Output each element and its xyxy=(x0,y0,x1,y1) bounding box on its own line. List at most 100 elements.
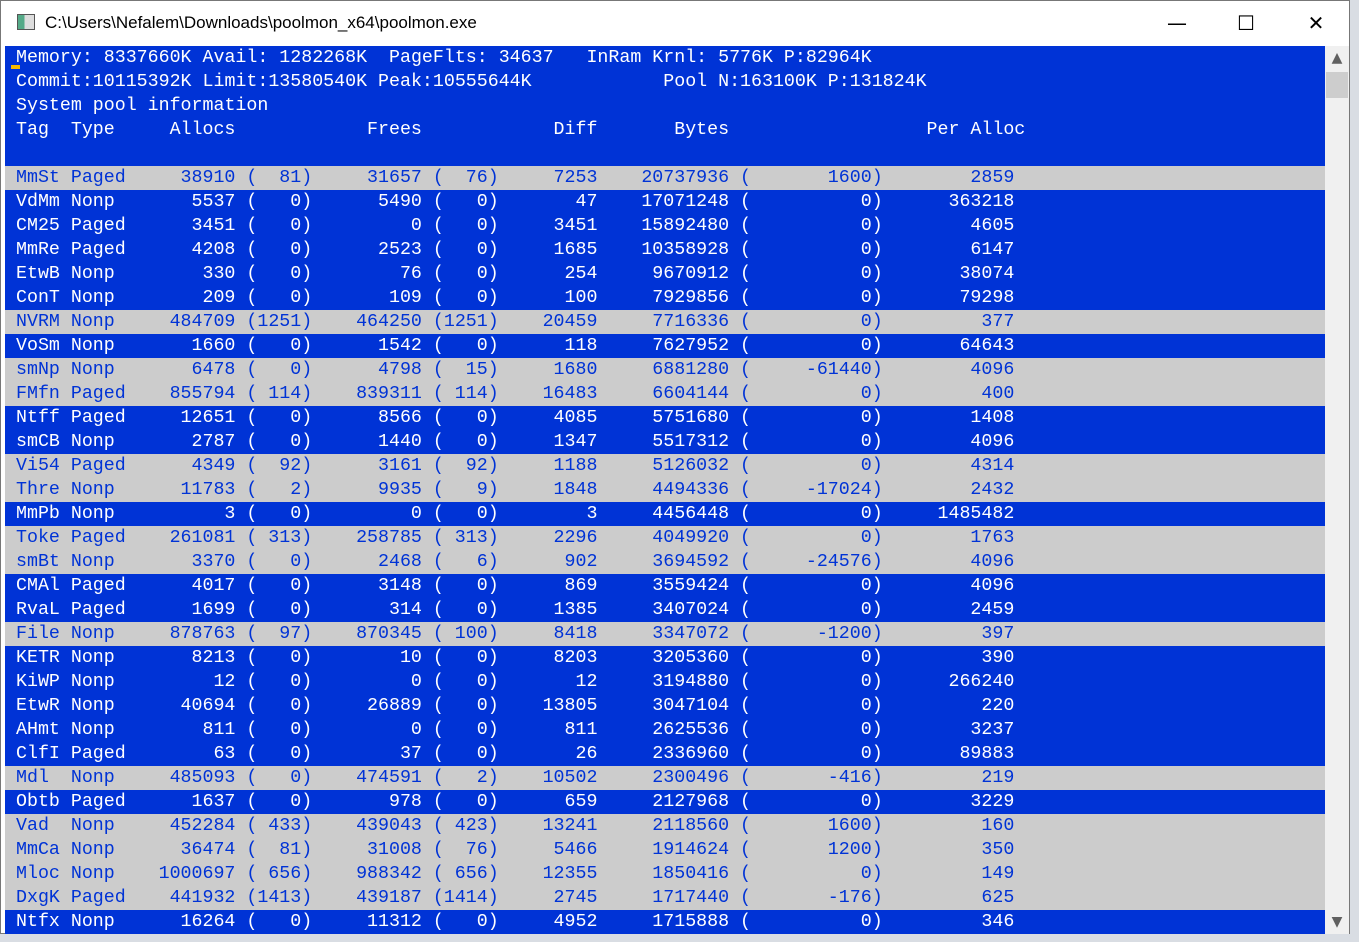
maximize-button[interactable]: ☐ xyxy=(1211,1,1281,45)
close-paren: ) xyxy=(301,264,313,284)
table-row: KETR Nonp 8213 (0) 10 (0) 8203 3205360 (0) 390 xyxy=(5,646,1325,670)
open-paren: ( xyxy=(432,552,444,572)
open-paren: ( xyxy=(432,168,444,188)
cell-bytes: 4456448 xyxy=(652,504,730,524)
cell-type: Nonp xyxy=(70,552,115,572)
open-paren: ( xyxy=(432,696,444,716)
cell-frees-delta: 76 xyxy=(465,840,488,860)
cell-type: Paged xyxy=(70,744,126,764)
cell-bytes: 6881280 xyxy=(652,360,730,380)
cell-diff: 869 xyxy=(564,576,598,596)
cell-allocs: 36474 xyxy=(180,840,236,860)
cell-type: Nonp xyxy=(70,288,115,308)
table-row: CMAl Paged 4017 (0) 3148 (0) 869 3559424 (0) 4096 xyxy=(5,574,1325,598)
cell-allocs: 8213 xyxy=(191,648,236,668)
cell-frees-delta: 0 xyxy=(476,336,488,356)
cell-allocs-delta: 114 xyxy=(268,384,302,404)
console-output[interactable]: Memory: 8337660K Avail: 1282268K PageFlt… xyxy=(5,46,1325,934)
cell-bytes-delta: 0 xyxy=(860,696,872,716)
cell-frees-delta: 0 xyxy=(476,192,488,212)
cell-frees-delta: 6 xyxy=(476,552,488,572)
cell-tag: smNp xyxy=(16,360,60,380)
cell-per-alloc: 390 xyxy=(981,648,1015,668)
cell-tag: NVRM xyxy=(16,312,60,332)
cell-tag: CMAl xyxy=(16,576,60,596)
open-paren: ( xyxy=(740,480,752,500)
close-paren: ) xyxy=(301,192,313,212)
cell-allocs-delta: 0 xyxy=(290,192,302,212)
close-paren: ) xyxy=(487,456,499,476)
cell-frees-delta: 656 xyxy=(454,864,488,884)
close-paren: ) xyxy=(487,360,499,380)
open-paren: ( xyxy=(432,864,444,884)
cell-frees: 10 xyxy=(399,648,422,668)
header-allocs: Allocs xyxy=(169,120,236,140)
open-paren: ( xyxy=(246,888,258,908)
open-paren: ( xyxy=(246,408,258,428)
cell-allocs: 3 xyxy=(224,504,236,524)
close-paren: ) xyxy=(301,912,313,932)
cell-type: Nonp xyxy=(70,480,115,500)
table-row: CM25 Paged 3451(0) 0(0) 3451 15892480(0) 4605 xyxy=(5,214,1325,238)
cell-diff: 254 xyxy=(564,264,598,284)
open-paren: ( xyxy=(246,360,258,380)
table-row: File Nonp 878763 (97) 870345 (100) 8418 3347072… xyxy=(5,622,1325,646)
cell-allocs-delta: 81 xyxy=(279,168,302,188)
close-paren: ) xyxy=(301,360,313,380)
table-row: smNp Nonp 6478 (0) 4798 (15) 1680 6881280 (-6144… xyxy=(5,358,1325,382)
cell-allocs-delta: 656 xyxy=(268,864,302,884)
scroll-down-icon[interactable]: ▼ xyxy=(1325,914,1349,930)
console-app-icon xyxy=(17,14,35,30)
cell-allocs: 11783 xyxy=(180,480,236,500)
close-paren: ) xyxy=(487,552,499,572)
title-bar[interactable]: C:\Users\Nefalem\Downloads\poolmon_x64\p… xyxy=(1,1,1349,45)
poolmon-window: C:\Users\Nefalem\Downloads\poolmon_x64\p… xyxy=(0,0,1350,934)
close-button[interactable]: ✕ xyxy=(1281,1,1351,45)
cell-allocs: 855794 xyxy=(169,384,236,404)
cell-tag: Ntfx xyxy=(16,912,60,932)
cell-allocs: 4017 xyxy=(191,576,236,596)
close-paren: ) xyxy=(301,216,313,236)
close-paren: ) xyxy=(487,720,499,740)
cell-frees-delta: 100 xyxy=(454,624,488,644)
close-paren: ) xyxy=(301,624,313,644)
header-per-alloc: Per Alloc xyxy=(926,120,1026,140)
cell-frees-delta: 0 xyxy=(476,216,488,236)
close-paren: ) xyxy=(301,744,313,764)
cell-allocs: 1000697 xyxy=(158,864,236,884)
cell-bytes-delta: 0 xyxy=(860,408,872,428)
close-paren: ) xyxy=(301,312,313,332)
close-paren: ) xyxy=(871,504,883,524)
scroll-up-icon[interactable]: ▲ xyxy=(1325,50,1349,66)
cell-bytes-delta: 0 xyxy=(860,504,872,524)
open-paren: ( xyxy=(740,216,752,236)
cell-tag: File xyxy=(16,624,60,644)
vertical-scrollbar[interactable]: ▲ ▼ xyxy=(1325,46,1349,934)
cell-per-alloc: 4096 xyxy=(970,360,1015,380)
cell-tag: KiWP xyxy=(16,672,60,692)
table-row: ConT Nonp 209 (0) 109 (0) 100 7929856 (0) 79298 xyxy=(5,286,1325,310)
open-paren: ( xyxy=(246,216,258,236)
cell-tag: RvaL xyxy=(16,600,60,620)
open-paren: ( xyxy=(246,720,258,740)
cell-allocs: 6478 xyxy=(191,360,236,380)
scrollbar-thumb[interactable] xyxy=(1326,72,1348,98)
close-paren: ) xyxy=(487,480,499,500)
cell-per-alloc: 2432 xyxy=(970,480,1015,500)
cell-tag: ClfI xyxy=(16,744,60,764)
open-paren: ( xyxy=(740,648,752,668)
cell-frees: 439043 xyxy=(356,816,422,836)
close-paren: ) xyxy=(871,432,883,452)
cell-frees: 3161 xyxy=(378,456,422,476)
minimize-button[interactable]: — xyxy=(1142,1,1212,45)
close-paren: ) xyxy=(301,384,313,404)
close-paren: ) xyxy=(487,264,499,284)
open-paren: ( xyxy=(432,192,444,212)
cell-allocs-delta: 2 xyxy=(290,480,302,500)
inram-stats: InRam Krnl: 5776K P:82964K xyxy=(586,48,872,68)
close-paren: ) xyxy=(871,768,883,788)
header-diff: Diff xyxy=(553,120,598,140)
cell-per-alloc: 363218 xyxy=(948,192,1015,212)
open-paren: ( xyxy=(246,504,258,524)
close-paren: ) xyxy=(301,672,313,692)
